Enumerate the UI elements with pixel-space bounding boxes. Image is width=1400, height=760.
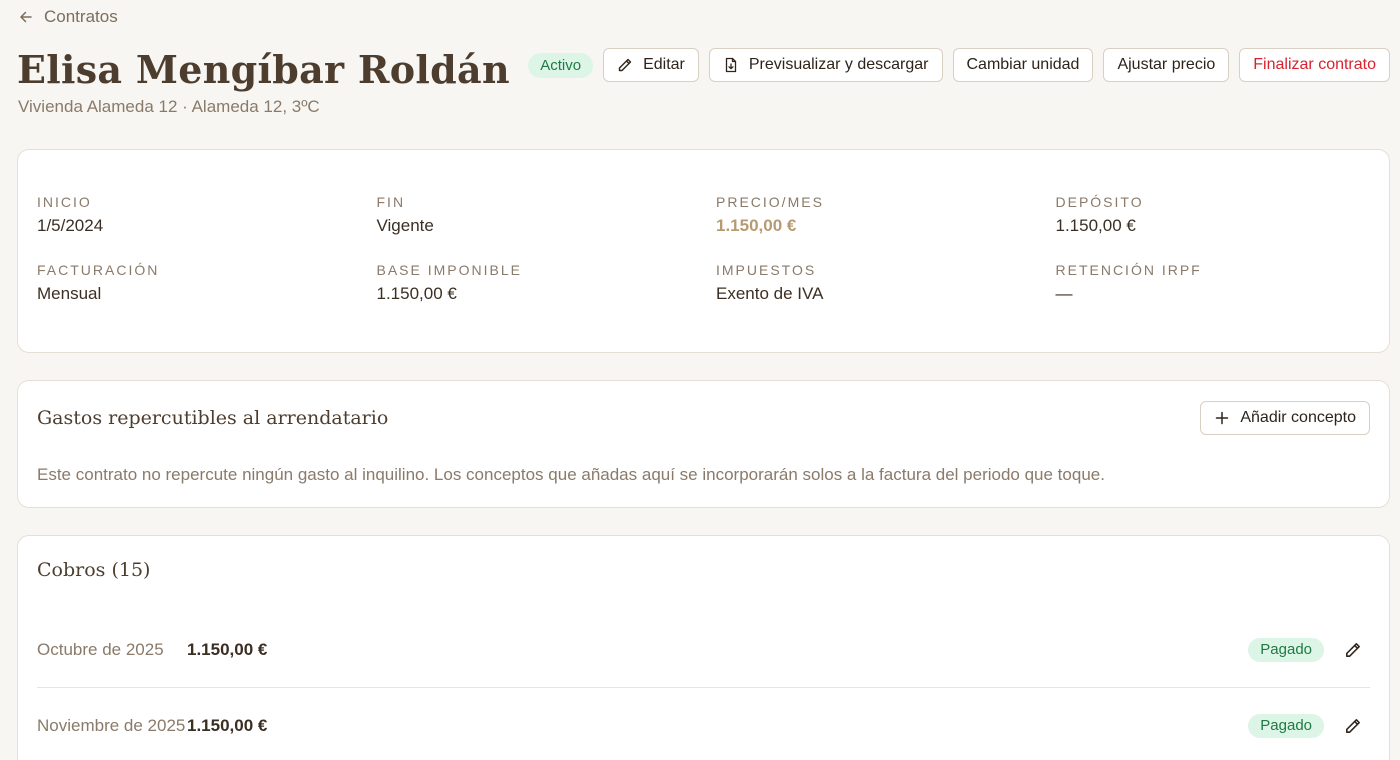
- payments-list: Octubre de 2025 1.150,00 € Pagado Noviem…: [37, 612, 1370, 760]
- summary-label: Retención IRPF: [1055, 262, 1202, 278]
- change-unit-button[interactable]: Cambiar unidad: [952, 48, 1094, 82]
- arrow-left-icon: [20, 11, 32, 23]
- summary-label: Impuestos: [716, 262, 817, 278]
- summary-item: Precio/mes 1.150,00 €: [716, 194, 1056, 236]
- summary-item: Depósito 1.150,00 €: [1056, 194, 1396, 236]
- charges-title: Gastos repercutibles al arrendatario: [37, 407, 389, 429]
- contract-summary-card: Inicio 1/5/2024 Fin Vigente Precio/mes 1…: [17, 149, 1390, 353]
- summary-label: Base imponible: [376, 262, 522, 278]
- summary-item: Retención IRPF —: [1056, 262, 1396, 304]
- preview-download-label: Previsualizar y descargar: [748, 56, 929, 73]
- adjust-price-button[interactable]: Ajustar precio: [1103, 48, 1230, 82]
- summary-label: Depósito: [1055, 194, 1144, 210]
- add-concept-label: Añadir concepto: [1240, 409, 1356, 426]
- summary-value: Vigente: [376, 216, 434, 235]
- summary-item: Facturación Mensual: [37, 262, 377, 304]
- payment-row: Noviembre de 2025 1.150,00 € Pagado: [37, 688, 1370, 760]
- status-badge: Activo: [528, 52, 594, 78]
- payment-period: Octubre de 2025: [37, 639, 164, 659]
- charges-empty-text: Este contrato no repercute ningún gasto …: [37, 465, 1105, 484]
- payment-amount: 1.150,00 €: [187, 639, 268, 659]
- summary-grid: Inicio 1/5/2024 Fin Vigente Precio/mes 1…: [37, 194, 1389, 304]
- summary-value: 1.150,00 €: [1055, 216, 1136, 235]
- pencil-icon[interactable]: [1344, 641, 1362, 659]
- edit-button[interactable]: Editar: [603, 48, 699, 82]
- payment-status-badge: Pagado: [1248, 637, 1324, 662]
- summary-item: Base imponible 1.150,00 €: [377, 262, 717, 304]
- summary-label: Inicio: [37, 194, 92, 210]
- finish-contract-button[interactable]: Finalizar contrato: [1239, 48, 1390, 82]
- add-concept-button[interactable]: Añadir concepto: [1200, 401, 1370, 435]
- payment-row: Octubre de 2025 1.150,00 € Pagado: [37, 612, 1370, 688]
- payment-amount: 1.150,00 €: [187, 715, 268, 735]
- summary-value: 1.150,00 €: [716, 216, 797, 235]
- page-title: Elisa Mengíbar Roldán: [17, 47, 510, 92]
- summary-value: Exento de IVA: [716, 284, 824, 303]
- payments-title: Cobros (15): [37, 559, 151, 581]
- payment-period: Noviembre de 2025: [37, 715, 186, 735]
- summary-value: Mensual: [37, 284, 102, 303]
- summary-value: 1/5/2024: [37, 216, 104, 235]
- summary-item: Impuestos Exento de IVA: [716, 262, 1056, 304]
- back-link[interactable]: Contratos: [18, 6, 118, 28]
- summary-value: —: [1055, 284, 1073, 303]
- charges-card: Gastos repercutibles al arrendatario Aña…: [17, 380, 1390, 508]
- preview-download-button[interactable]: Previsualizar y descargar: [708, 48, 943, 82]
- summary-label: Precio/mes: [716, 194, 824, 210]
- header-actions: Activo Editar Previsualizar y descargar …: [528, 48, 1390, 82]
- summary-item: Inicio 1/5/2024: [37, 194, 377, 236]
- summary-label: Facturación: [37, 262, 160, 278]
- summary-label: Fin: [376, 194, 406, 210]
- summary-value: 1.150,00 €: [376, 284, 457, 303]
- payments-card: Cobros (15) Octubre de 2025 1.150,00 € P…: [17, 535, 1390, 760]
- pencil-icon[interactable]: [1344, 717, 1362, 735]
- summary-item: Fin Vigente: [377, 194, 717, 236]
- plus-icon: [1216, 411, 1229, 425]
- edit-button-label: Editar: [643, 56, 685, 73]
- pencil-icon: [618, 58, 632, 72]
- payment-status-badge: Pagado: [1248, 713, 1324, 738]
- page-subtitle: Vivienda Alameda 12 · Alameda 12, 3ºC: [18, 97, 320, 116]
- back-link-label: Contratos: [44, 7, 118, 26]
- file-download-icon: [725, 57, 737, 73]
